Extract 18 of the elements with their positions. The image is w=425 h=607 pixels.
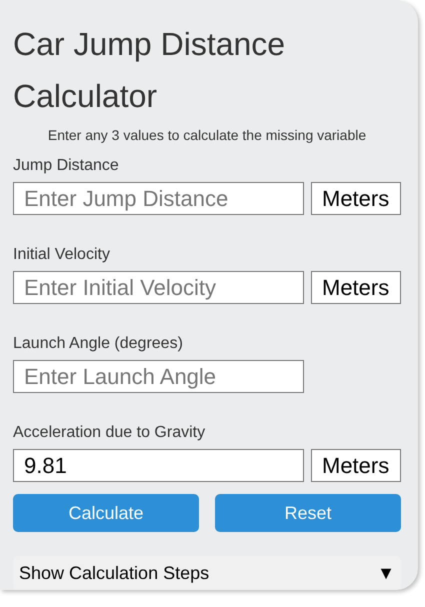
reset-button[interactable]: Reset [215, 494, 401, 532]
unit-select[interactable]: Meters [311, 271, 401, 304]
page-title: Car Jump Distance Calculator [13, 25, 286, 116]
input-field[interactable]: 9.81 [13, 449, 304, 482]
steps-toggle-bar[interactable]: Show Calculation Steps ▼ [13, 556, 401, 590]
input-field[interactable]: Enter Initial Velocity [13, 271, 304, 304]
field-label: Jump Distance [13, 156, 120, 176]
unit-select[interactable]: Meters [311, 449, 401, 482]
field-label: Initial Velocity [13, 245, 111, 265]
input-field[interactable]: Enter Jump Distance [13, 182, 304, 215]
input-field[interactable]: Enter Launch Angle [13, 360, 304, 393]
steps-label: Show Calculation Steps [19, 562, 210, 585]
subtitle: Enter any 3 values to calculate the missing variable [46, 126, 368, 144]
unit-select[interactable]: Meters [311, 182, 401, 215]
field-label: Acceleration due to Gravity [13, 423, 206, 443]
caret-icon: ▼ [377, 560, 395, 586]
field-label: Launch Angle (degrees) [13, 334, 184, 354]
calculate-button[interactable]: Calculate [13, 494, 199, 532]
